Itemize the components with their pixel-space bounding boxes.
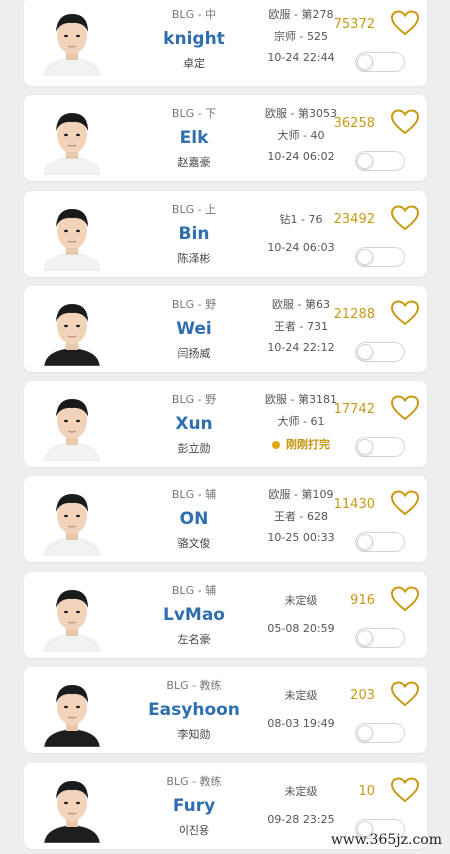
heart-outline-icon[interactable]: [391, 205, 419, 231]
team-position: BLG - 下: [171, 107, 217, 120]
toggle-knob: [357, 54, 373, 70]
game-status-text: 刚刚打完: [286, 438, 330, 451]
player-name[interactable]: Wei: [134, 319, 254, 339]
player-name[interactable]: Elk: [134, 128, 254, 148]
player-avatar: [36, 101, 108, 175]
heart-outline-icon[interactable]: [391, 300, 419, 326]
player-card[interactable]: BLG - 中 knight 卓定 欧服 - 第278 宗师 - 525 10-…: [24, 0, 427, 86]
follow-toggle[interactable]: [355, 723, 405, 743]
player-avatar: [36, 482, 108, 556]
like-count: 21288: [333, 307, 375, 322]
player-avatar: [36, 769, 108, 843]
player-name[interactable]: ON: [134, 509, 254, 529]
player-card[interactable]: BLG - 教练 Easyhoon 李知勋 未定级 08-03 19:49 20…: [24, 667, 427, 753]
watermark: www.365jz.com: [330, 832, 442, 848]
team-position: BLG - 野: [171, 298, 217, 311]
like-count: 17742: [333, 402, 375, 417]
heart-outline-icon[interactable]: [391, 109, 419, 135]
team-position: BLG - 辅: [171, 584, 217, 597]
follow-toggle[interactable]: [355, 52, 405, 72]
team-position: BLG - 中: [171, 8, 217, 21]
tier-rank: 未定级: [284, 594, 318, 607]
toggle-knob: [357, 630, 373, 646]
player-avatar: [36, 2, 108, 76]
player-name[interactable]: Fury: [134, 796, 254, 816]
follow-toggle[interactable]: [355, 532, 405, 552]
like-count: 36258: [333, 116, 375, 131]
player-real-name: 赵嘉豪: [177, 156, 211, 169]
player-real-name: 이진용: [178, 824, 210, 837]
last-played-time: 08-03 19:49: [267, 717, 335, 730]
player-name[interactable]: knight: [134, 29, 254, 49]
player-card[interactable]: BLG - 辅 ON 骆文俊 欧服 - 第109 王者 - 628 10-25 …: [24, 476, 427, 562]
player-real-name: 陈泽彬: [177, 252, 211, 265]
team-position: BLG - 教练: [166, 679, 222, 692]
like-count: 75372: [333, 17, 375, 32]
last-played-time: 09-28 23:25: [267, 813, 335, 826]
player-name[interactable]: Xun: [134, 414, 254, 434]
heart-outline-icon[interactable]: [391, 586, 419, 612]
player-card[interactable]: BLG - 野 Wei 闫扬威 欧服 - 第63 王者 - 731 10-24 …: [24, 286, 427, 372]
player-avatar: [36, 292, 108, 366]
toggle-knob: [357, 534, 373, 550]
player-card[interactable]: BLG - 辅 LvMao 左名豪 未定级 05-08 20:59 916: [24, 572, 427, 658]
heart-outline-icon[interactable]: [391, 777, 419, 803]
player-card[interactable]: BLG - 上 Bin 陈泽彬 钻1 - 76 10-24 06:03 2349…: [24, 191, 427, 277]
follow-toggle[interactable]: [355, 247, 405, 267]
status-dot-icon: [272, 441, 280, 449]
player-avatar: [36, 673, 108, 747]
follow-toggle[interactable]: [355, 151, 405, 171]
last-played-time: 05-08 20:59: [267, 622, 335, 635]
like-count: 916: [350, 593, 375, 608]
team-position: BLG - 辅: [171, 488, 217, 501]
player-name[interactable]: LvMao: [134, 605, 254, 625]
heart-outline-icon[interactable]: [391, 10, 419, 36]
team-position: BLG - 野: [171, 393, 217, 406]
player-avatar: [36, 197, 108, 271]
heart-outline-icon[interactable]: [391, 395, 419, 421]
toggle-knob: [357, 153, 373, 169]
player-real-name: 卓定: [183, 57, 205, 70]
player-real-name: 闫扬威: [177, 347, 211, 360]
last-played-time: 10-24 22:12: [267, 341, 335, 354]
like-count: 23492: [333, 212, 375, 227]
follow-toggle[interactable]: [355, 437, 405, 457]
toggle-knob: [357, 249, 373, 265]
heart-outline-icon[interactable]: [391, 681, 419, 707]
heart-outline-icon[interactable]: [391, 490, 419, 516]
player-real-name: 骆文俊: [177, 537, 211, 550]
last-played-time: 10-24 22:44: [267, 51, 335, 64]
player-name[interactable]: Bin: [134, 224, 254, 244]
player-avatar: [36, 578, 108, 652]
tier-rank: 未定级: [284, 785, 318, 798]
toggle-knob: [357, 439, 373, 455]
last-played-time: 10-24 06:03: [267, 241, 335, 254]
last-played-time: 10-24 06:02: [267, 150, 335, 163]
follow-toggle[interactable]: [355, 628, 405, 648]
last-played-time: 10-25 00:33: [267, 531, 335, 544]
player-name[interactable]: Easyhoon: [134, 700, 254, 720]
like-count: 11430: [333, 497, 375, 512]
game-status: 刚刚打完: [246, 436, 356, 452]
team-position: BLG - 上: [171, 203, 217, 216]
player-avatar: [36, 387, 108, 461]
follow-toggle[interactable]: [355, 342, 405, 362]
toggle-knob: [357, 344, 373, 360]
player-real-name: 左名豪: [177, 633, 211, 646]
tier-rank: 未定级: [284, 689, 318, 702]
team-position: BLG - 教练: [166, 775, 222, 788]
like-count: 203: [350, 688, 375, 703]
player-real-name: 彭立勋: [177, 442, 211, 455]
toggle-knob: [357, 725, 373, 741]
player-card[interactable]: BLG - 下 Elk 赵嘉豪 欧服 - 第3053 大师 - 40 10-24…: [24, 95, 427, 181]
player-card[interactable]: BLG - 野 Xun 彭立勋 欧服 - 第3181 大师 - 61 刚刚打完 …: [24, 381, 427, 467]
player-real-name: 李知勋: [177, 728, 211, 741]
like-count: 10: [358, 784, 375, 799]
